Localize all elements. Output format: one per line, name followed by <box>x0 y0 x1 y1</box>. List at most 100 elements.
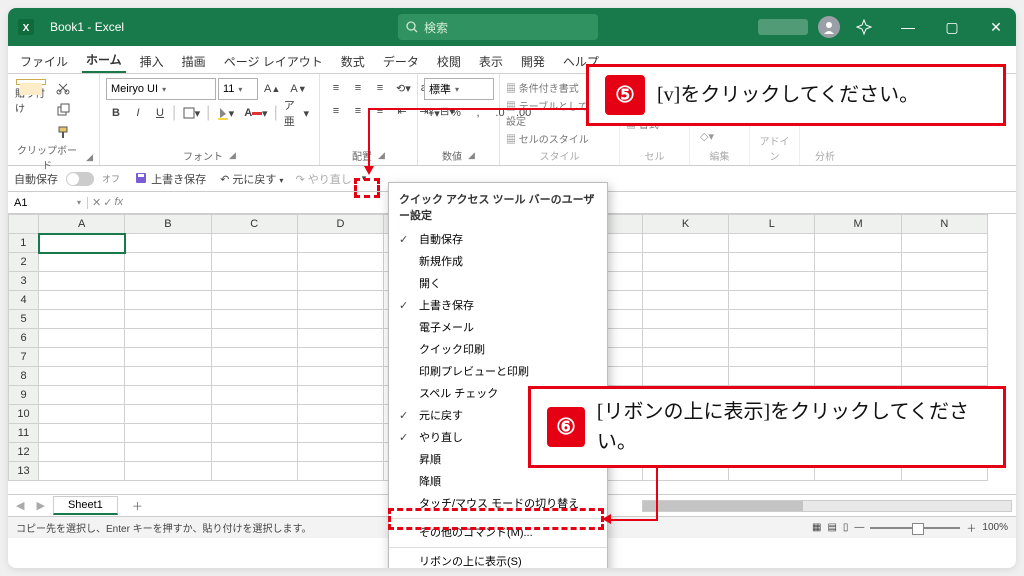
bold-button[interactable]: B <box>106 103 126 123</box>
cell[interactable] <box>211 367 297 386</box>
cancel-formula-icon[interactable]: ✕ <box>92 196 101 209</box>
cell[interactable] <box>297 272 383 291</box>
cell[interactable] <box>297 234 383 253</box>
cell[interactable] <box>815 253 901 272</box>
cell[interactable] <box>901 329 987 348</box>
cell[interactable] <box>642 329 728 348</box>
cell[interactable] <box>211 272 297 291</box>
cell[interactable] <box>125 443 211 462</box>
cell[interactable] <box>125 253 211 272</box>
menu-item[interactable]: クイック印刷 <box>389 339 607 361</box>
cell[interactable] <box>297 462 383 481</box>
font-size-combo[interactable]: 11▾ <box>218 78 258 100</box>
cell[interactable] <box>297 443 383 462</box>
cell[interactable] <box>901 291 987 310</box>
hscrollbar[interactable] <box>642 500 1012 512</box>
conditional-format-button[interactable]: ▦ 条件付き書式 <box>506 80 579 95</box>
cell[interactable] <box>642 348 728 367</box>
cell[interactable] <box>901 367 987 386</box>
cell[interactable] <box>125 234 211 253</box>
cell[interactable] <box>729 367 815 386</box>
align-middle-button[interactable]: ≡ <box>348 78 368 98</box>
view-layout-icon[interactable]: ▤ <box>827 522 836 533</box>
cell[interactable] <box>729 272 815 291</box>
fill-color-button[interactable]: ▾ <box>212 103 238 123</box>
col-header[interactable]: M <box>815 215 901 234</box>
row-header[interactable]: 13 <box>9 462 39 481</box>
cell[interactable] <box>642 253 728 272</box>
cell[interactable] <box>211 405 297 424</box>
cell[interactable] <box>815 272 901 291</box>
name-box[interactable]: A1▾ <box>8 197 88 209</box>
cell[interactable] <box>211 310 297 329</box>
row-header[interactable]: 2 <box>9 253 39 272</box>
orientation-button[interactable]: ⟲▾ <box>392 78 415 98</box>
maximize-button[interactable]: ▢ <box>932 8 972 46</box>
row-header[interactable]: 7 <box>9 348 39 367</box>
cell[interactable] <box>39 310 125 329</box>
cell[interactable] <box>39 348 125 367</box>
cell[interactable] <box>211 253 297 272</box>
menu-item[interactable]: 自動保存 <box>389 229 607 251</box>
cell[interactable] <box>815 367 901 386</box>
coming-soon-icon[interactable] <box>844 8 884 46</box>
cell[interactable] <box>39 405 125 424</box>
cell[interactable] <box>815 348 901 367</box>
phonetic-button[interactable]: ア亜▾ <box>280 103 313 123</box>
cell[interactable] <box>729 348 815 367</box>
enter-formula-icon[interactable]: ✓ <box>103 196 112 209</box>
tab-ホーム[interactable]: ホーム <box>82 47 126 73</box>
format-painter-button[interactable] <box>52 122 74 142</box>
menu-show-above-ribbon[interactable]: リボンの上に表示(S) <box>389 551 607 568</box>
underline-button[interactable]: U <box>150 103 170 123</box>
cell[interactable] <box>211 234 297 253</box>
cell[interactable] <box>297 367 383 386</box>
align-bottom-button[interactable]: ≡ <box>370 78 390 98</box>
cell[interactable] <box>211 329 297 348</box>
currency-button[interactable]: ¥▾ <box>424 103 444 123</box>
col-header[interactable]: L <box>729 215 815 234</box>
cell[interactable] <box>297 291 383 310</box>
cell[interactable] <box>815 329 901 348</box>
cell[interactable] <box>815 291 901 310</box>
cell[interactable] <box>211 443 297 462</box>
tab-描画[interactable]: 描画 <box>178 49 210 73</box>
menu-item[interactable]: 印刷プレビューと印刷 <box>389 361 607 383</box>
row-header[interactable]: 10 <box>9 405 39 424</box>
row-header[interactable]: 3 <box>9 272 39 291</box>
minimize-button[interactable]: — <box>888 8 928 46</box>
fx-icon[interactable]: fx <box>114 196 123 209</box>
tab-数式[interactable]: 数式 <box>337 49 369 73</box>
cell[interactable] <box>901 348 987 367</box>
zoom-out-button[interactable]: — <box>854 522 864 533</box>
cell[interactable] <box>211 424 297 443</box>
col-header[interactable]: A <box>39 215 125 234</box>
cell[interactable] <box>211 348 297 367</box>
row-header[interactable]: 9 <box>9 386 39 405</box>
cell[interactable] <box>642 234 728 253</box>
cell[interactable] <box>729 291 815 310</box>
cell[interactable] <box>39 272 125 291</box>
paste-button[interactable]: 貼り付け <box>14 78 48 116</box>
cell[interactable] <box>125 462 211 481</box>
sheet-next-button[interactable]: ▶ <box>32 499 48 512</box>
sheet-prev-button[interactable]: ◀ <box>12 499 28 512</box>
comma-button[interactable]: , <box>468 103 488 123</box>
cell[interactable] <box>125 272 211 291</box>
cell[interactable] <box>125 386 211 405</box>
cell[interactable] <box>642 272 728 291</box>
cell[interactable] <box>815 234 901 253</box>
cell[interactable] <box>729 310 815 329</box>
row-header[interactable]: 6 <box>9 329 39 348</box>
view-break-icon[interactable]: ▯ <box>843 522 849 533</box>
cell[interactable] <box>125 367 211 386</box>
cell[interactable] <box>729 253 815 272</box>
cell[interactable] <box>901 253 987 272</box>
row-header[interactable]: 11 <box>9 424 39 443</box>
cell[interactable] <box>297 386 383 405</box>
cell[interactable] <box>901 272 987 291</box>
cell[interactable] <box>815 310 901 329</box>
cell[interactable] <box>642 291 728 310</box>
cell[interactable] <box>125 424 211 443</box>
cell[interactable] <box>297 405 383 424</box>
